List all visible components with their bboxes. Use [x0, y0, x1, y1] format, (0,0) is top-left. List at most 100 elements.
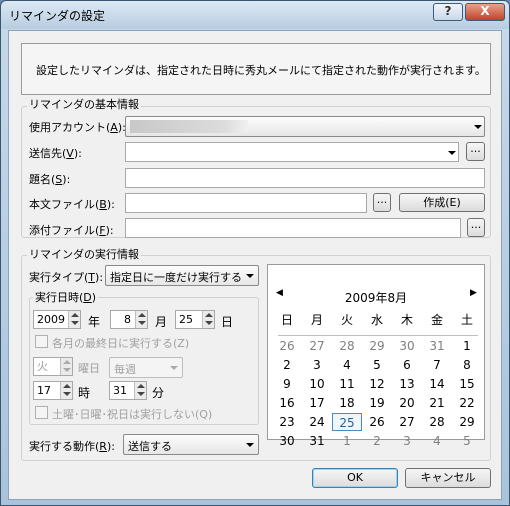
title-bar[interactable]: リマインダの設定 ? X — [1, 1, 509, 29]
calendar-day[interactable]: 27 — [302, 337, 332, 355]
calendar-weekday-header: 日 — [280, 313, 293, 327]
calendar-day[interactable]: 31 — [302, 432, 332, 450]
calendar-day[interactable]: 9 — [272, 375, 302, 393]
attach-browse-button[interactable]: ... — [467, 218, 485, 237]
subject-input[interactable] — [125, 168, 485, 188]
every-value: 毎週 — [114, 363, 136, 376]
calendar-weekday-header: 水 — [370, 313, 383, 327]
dest-combobox[interactable] — [125, 142, 459, 162]
calendar-day[interactable]: 10 — [302, 375, 332, 393]
exec-type-combobox[interactable]: 指定日に一度だけ実行する — [105, 265, 259, 286]
calendar-day[interactable]: 3 — [302, 356, 332, 374]
calendar-day[interactable]: 23 — [272, 413, 302, 431]
calendar-day[interactable]: 19 — [362, 394, 392, 412]
calendar: ◀ 2009年8月 ▶ 日月火水木金土 26 27 28 29 30 31 1 2 3 4 5 6 7 8 9… — [267, 264, 485, 448]
body-file-label: 本文ファイル(B): — [29, 198, 115, 211]
calendar-weekday-header: 金 — [430, 313, 443, 327]
calendar-day[interactable]: 7 — [422, 356, 452, 374]
calendar-day[interactable]: 4 — [332, 356, 362, 374]
year-spin[interactable] — [68, 311, 80, 328]
account-value-redacted — [130, 120, 248, 133]
hour-value: 17 — [37, 384, 51, 397]
holiday-checkbox[interactable] — [35, 406, 48, 419]
calendar-day[interactable]: 6 — [392, 356, 422, 374]
calendar-day[interactable]: 8 — [452, 356, 482, 374]
calendar-day[interactable]: 12 — [362, 375, 392, 393]
hour-spin[interactable] — [60, 382, 72, 399]
calendar-day[interactable]: 3 — [392, 432, 422, 450]
subject-label: 題名(S): — [29, 173, 71, 186]
minute-stepper[interactable]: 31 — [109, 381, 147, 400]
calendar-day[interactable]: 1 — [332, 432, 362, 450]
month-value: 8 — [124, 313, 131, 326]
account-label: 使用アカウント(A): — [29, 121, 126, 134]
calendar-day[interactable]: 16 — [272, 394, 302, 412]
calendar-day[interactable]: 29 — [362, 337, 392, 355]
weekday-spin[interactable] — [60, 358, 72, 375]
weekday-stepper[interactable]: 火 — [33, 357, 73, 376]
hour-stepper[interactable]: 17 — [33, 381, 73, 400]
calendar-day[interactable]: 1 — [452, 337, 482, 355]
info-message-box: 設定したリマインダは、指定された日時に秀丸メールにて指定された動作が実行されます… — [21, 43, 491, 95]
calendar-day[interactable]: 4 — [422, 432, 452, 450]
calendar-day[interactable]: 17 — [302, 394, 332, 412]
calendar-day[interactable]: 30 — [272, 432, 302, 450]
month-spin[interactable] — [135, 311, 147, 328]
calendar-day[interactable]: 2 — [272, 356, 302, 374]
weekday-value: 火 — [37, 360, 48, 373]
every-combobox[interactable]: 毎週 — [109, 357, 183, 378]
help-button[interactable]: ? — [433, 3, 463, 21]
chevron-down-icon — [246, 274, 254, 278]
calendar-day[interactable]: 18 — [332, 394, 362, 412]
calendar-day[interactable]: 26 — [272, 337, 302, 355]
calendar-day[interactable]: 29 — [452, 413, 482, 431]
calendar-day[interactable]: 5 — [452, 432, 482, 450]
calendar-day[interactable]: 13 — [392, 375, 422, 393]
calendar-day[interactable]: 31 — [422, 337, 452, 355]
last-day-checkbox[interactable] — [35, 335, 48, 348]
calendar-day[interactable]: 5 — [362, 356, 392, 374]
action-label: 実行する動作(R): — [29, 440, 115, 453]
calendar-day[interactable]: 28 — [422, 413, 452, 431]
body-file-browse-button[interactable]: ... — [373, 193, 391, 212]
action-combobox[interactable]: 送信する — [123, 434, 259, 455]
calendar-day[interactable]: 11 — [332, 375, 362, 393]
minute-spin[interactable] — [134, 382, 146, 399]
calendar-day[interactable]: 22 — [452, 394, 482, 412]
attach-input[interactable] — [125, 218, 461, 238]
day-stepper[interactable]: 25 — [175, 310, 215, 329]
calendar-day[interactable]: 27 — [392, 413, 422, 431]
exec-info-label: リマインダの実行情報 — [27, 246, 141, 262]
dest-browse-button[interactable]: ... — [466, 142, 485, 161]
calendar-day[interactable]: 21 — [422, 394, 452, 412]
exec-datetime-label: 実行日時(D) — [33, 289, 99, 305]
calendar-day[interactable]: 20 — [392, 394, 422, 412]
calendar-day[interactable]: 2 — [362, 432, 392, 450]
basic-info-label: リマインダの基本情報 — [27, 96, 141, 112]
month-stepper[interactable]: 8 — [110, 310, 148, 329]
calendar-day[interactable]: 24 — [302, 413, 332, 431]
body-file-input[interactable] — [125, 193, 367, 213]
calendar-day[interactable]: 28 — [332, 337, 362, 355]
calendar-weekday-header: 火 — [340, 313, 353, 327]
ok-button[interactable]: OK — [312, 468, 398, 488]
calendar-day[interactable]: 25 — [332, 413, 362, 431]
exec-type-label: 実行タイプ(T): — [29, 271, 104, 284]
calendar-day[interactable]: 26 — [362, 413, 392, 431]
month-unit: 月 — [155, 315, 168, 329]
holiday-label: 土曜･日曜･祝日は実行しない(Q) — [52, 408, 213, 421]
day-spin[interactable] — [202, 311, 214, 328]
calendar-day[interactable]: 14 — [422, 375, 452, 393]
year-stepper[interactable]: 2009 — [33, 310, 81, 329]
cancel-button[interactable]: キャンセル — [405, 468, 491, 488]
calendar-weekday-header: 木 — [400, 313, 413, 327]
create-button[interactable]: 作成(E) — [399, 193, 485, 212]
calendar-month-title[interactable]: 2009年8月 — [268, 289, 484, 306]
account-combobox[interactable] — [125, 116, 485, 137]
calendar-day[interactable]: 15 — [452, 375, 482, 393]
calendar-next-icon[interactable]: ▶ — [470, 288, 477, 298]
calendar-day[interactable]: 30 — [392, 337, 422, 355]
dialog-window: リマインダの設定 ? X 設定したリマインダは、指定された日時に秀丸メールにて指… — [0, 0, 510, 506]
close-button[interactable]: X — [465, 3, 505, 21]
attach-label: 添付ファイル(F): — [29, 224, 114, 237]
